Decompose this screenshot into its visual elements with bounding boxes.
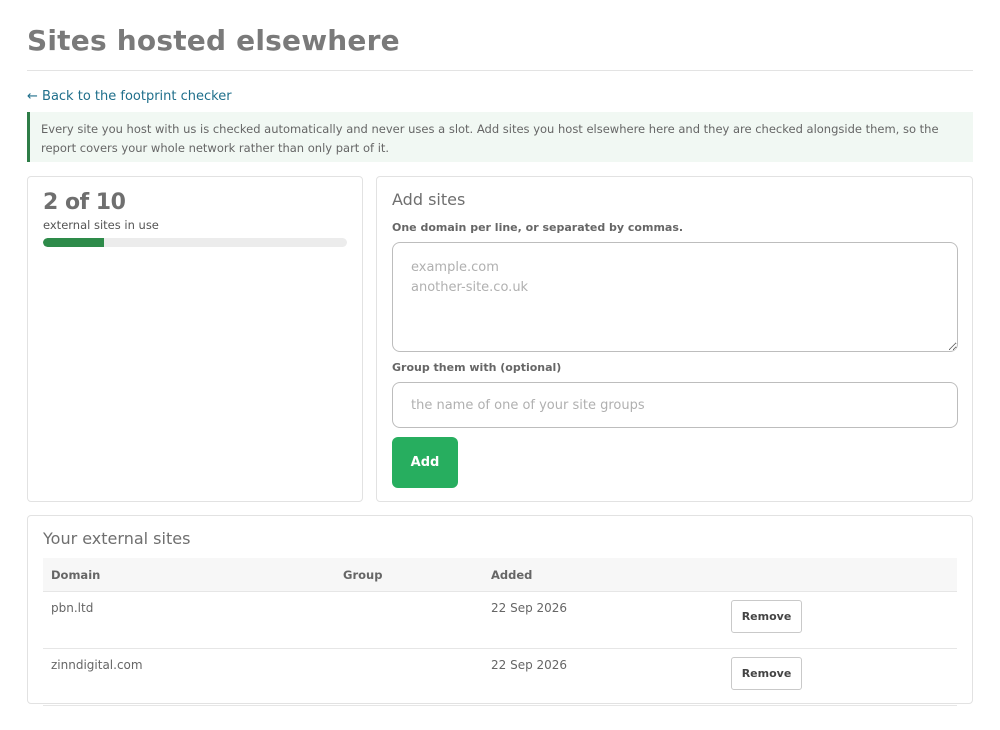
added-cell: 22 Sep 2026: [483, 648, 723, 706]
usage-progress-bar: [43, 238, 347, 247]
title-divider: [27, 70, 973, 71]
back-to-footprint-checker-link[interactable]: ← Back to the footprint checker: [27, 89, 232, 104]
domains-textarea[interactable]: [392, 242, 958, 352]
group-cell: [335, 648, 483, 706]
table-row: pbn.ltd 22 Sep 2026 Remove: [43, 591, 957, 649]
column-header-group: Group: [335, 558, 483, 592]
remove-button[interactable]: Remove: [731, 600, 802, 633]
group-field-label: Group them with (optional): [392, 361, 562, 374]
info-notice: Every site you host with us is checked a…: [27, 112, 973, 162]
column-header-domain: Domain: [43, 558, 335, 592]
usage-progress-fill: [43, 238, 104, 247]
external-sites-title: Your external sites: [43, 529, 191, 548]
domain-cell: pbn.ltd: [43, 591, 335, 649]
domains-field-label: One domain per line, or separated by com…: [392, 221, 684, 234]
group-cell: [335, 591, 483, 649]
add-button[interactable]: Add: [392, 437, 458, 488]
usage-card: 2 of 10 external sites in use: [27, 176, 363, 502]
action-cell: Remove: [723, 648, 957, 706]
column-header-added: Added: [483, 558, 723, 592]
column-header-actions: [723, 558, 957, 592]
added-cell: 22 Sep 2026: [483, 591, 723, 649]
table-header-row: Domain Group Added: [43, 558, 957, 592]
external-sites-table: Domain Group Added pbn.ltd 22 Sep 2026 R…: [43, 558, 957, 706]
remove-button[interactable]: Remove: [731, 657, 802, 690]
usage-label: external sites in use: [43, 218, 159, 232]
usage-count: 2 of 10: [43, 190, 126, 215]
external-sites-card: Your external sites Domain Group Added p…: [27, 515, 973, 706]
add-sites-title: Add sites: [392, 190, 466, 209]
table-row: zinndigital.com 22 Sep 2026 Remove: [43, 648, 957, 706]
action-cell: Remove: [723, 591, 957, 649]
page: Sites hosted elsewhere ← Back to the foo…: [0, 0, 1000, 730]
page-title: Sites hosted elsewhere: [27, 24, 400, 57]
domain-cell: zinndigital.com: [43, 648, 335, 706]
group-input[interactable]: [392, 382, 958, 428]
add-sites-card: Add sites One domain per line, or separa…: [376, 176, 973, 502]
